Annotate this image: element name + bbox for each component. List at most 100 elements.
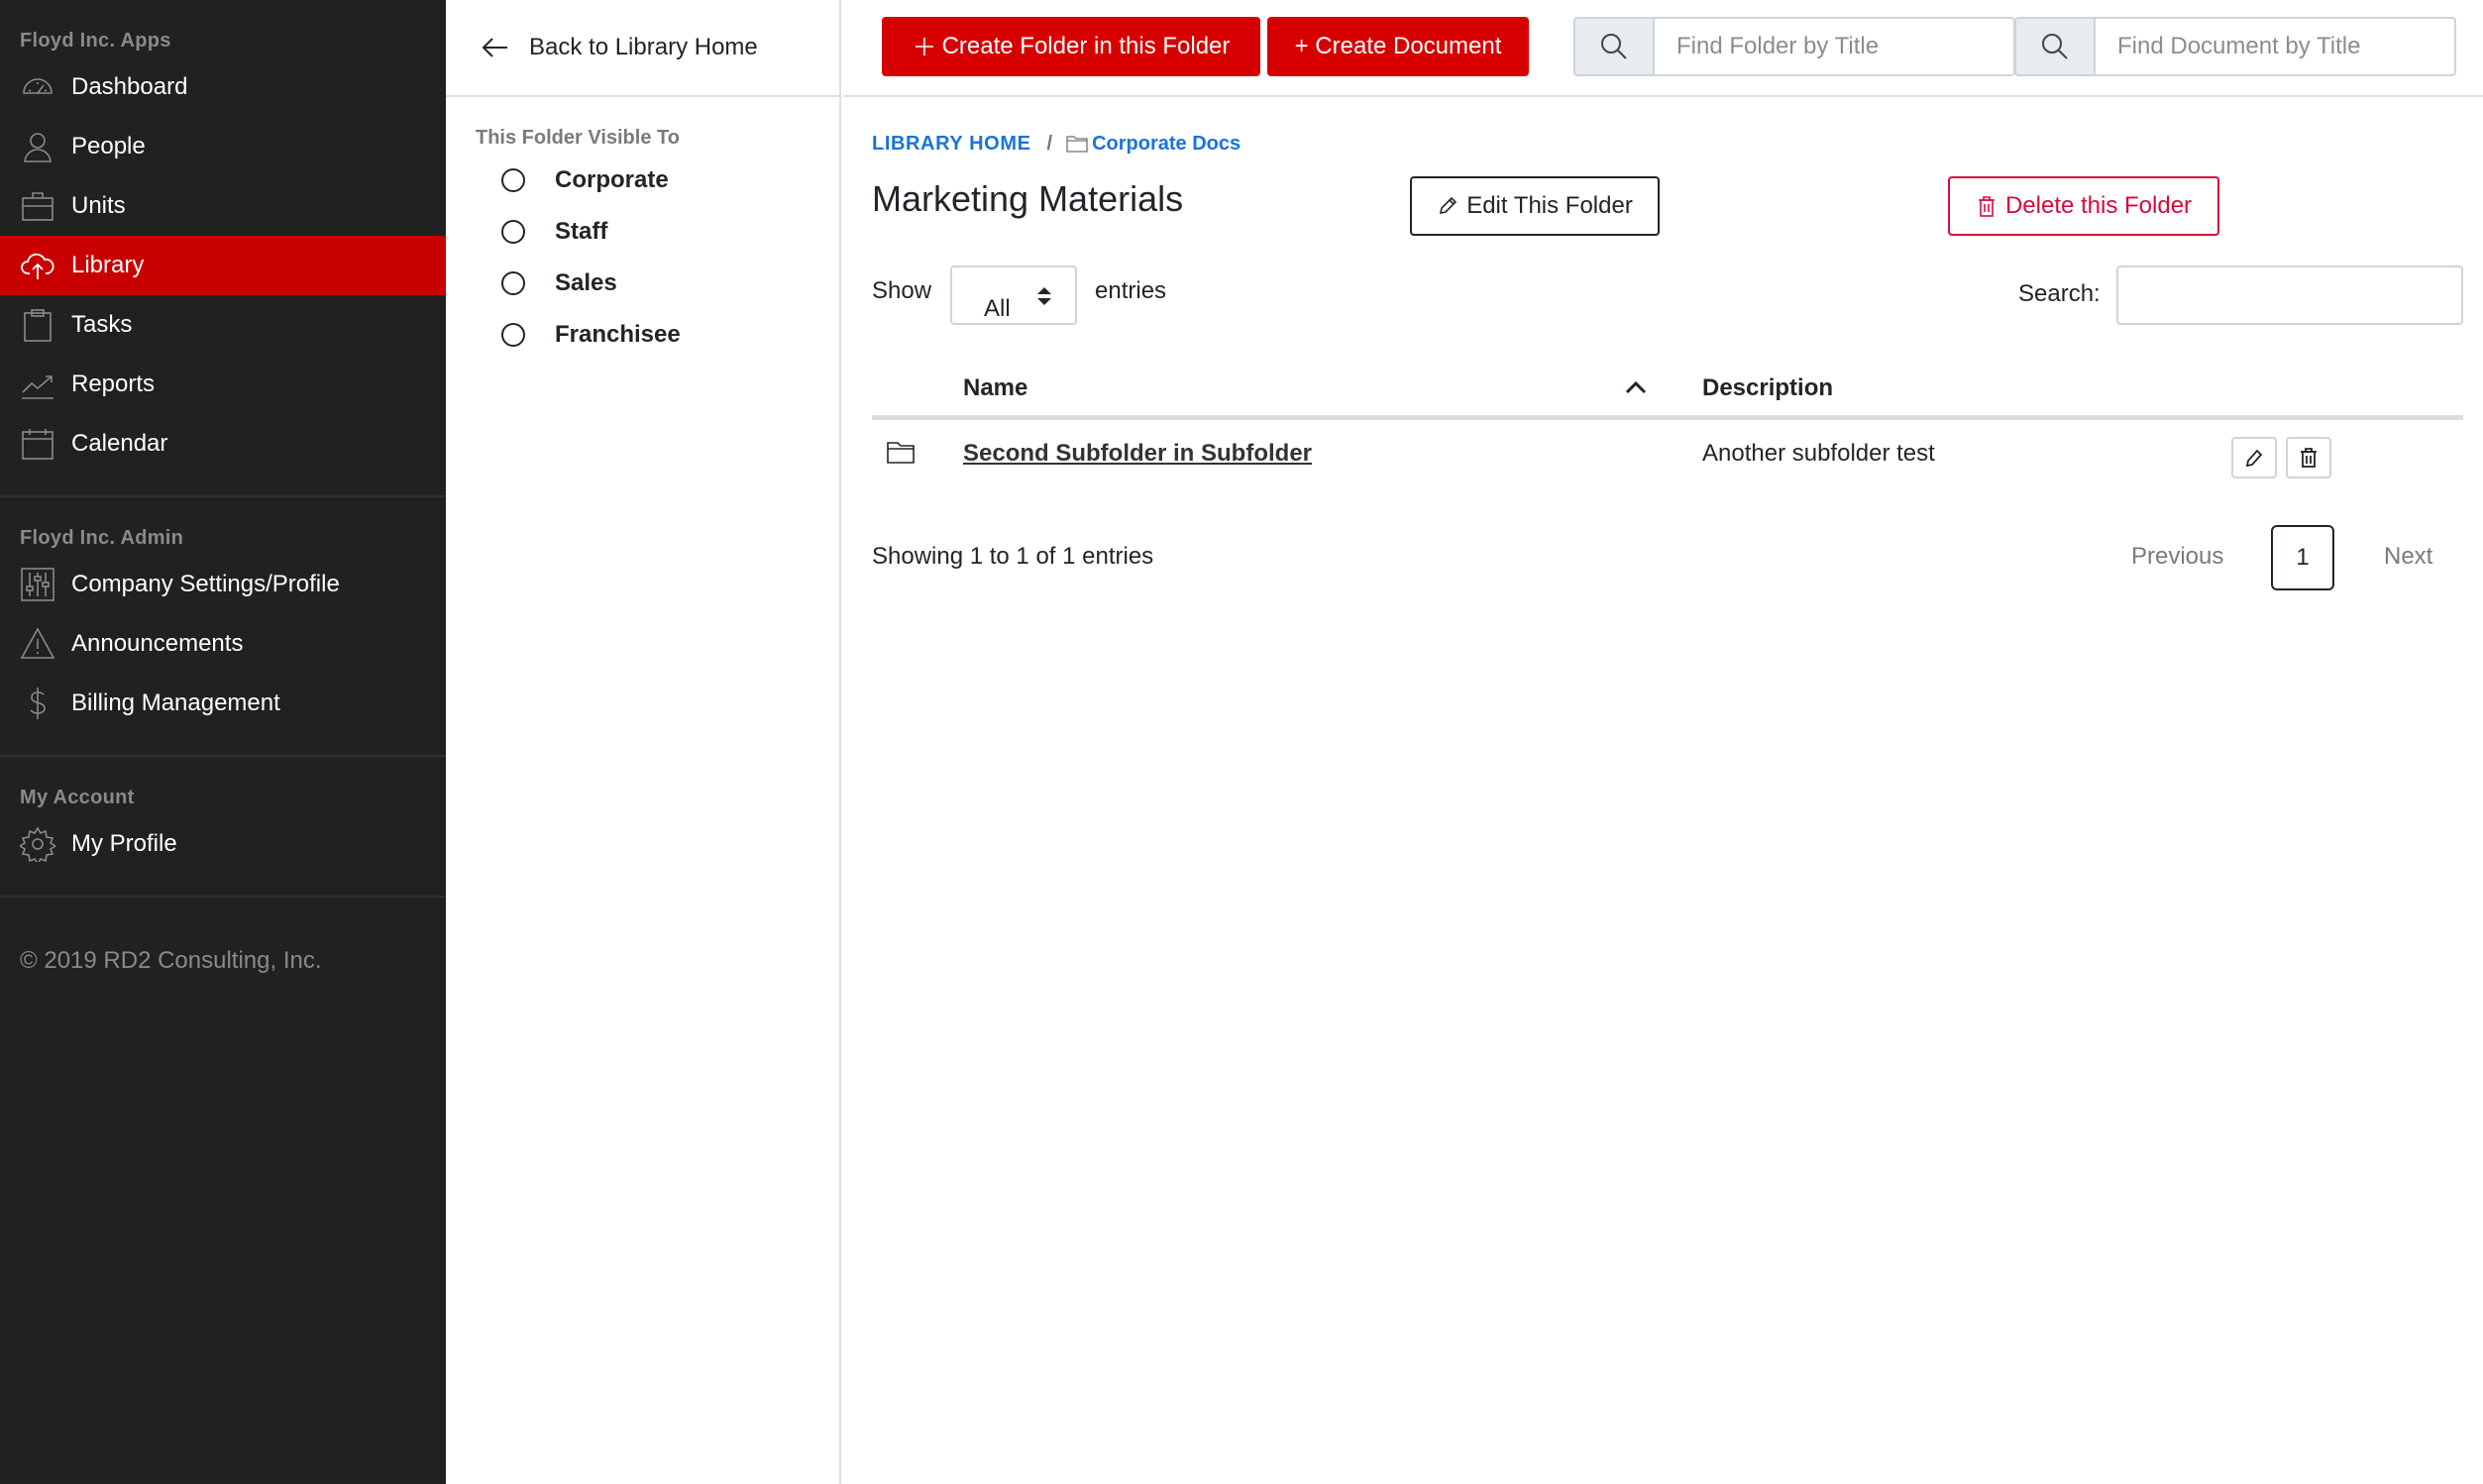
create-folder-label: Create Folder in this Folder [941, 33, 1231, 59]
sidebar-item-label: Tasks [71, 311, 133, 338]
visibility-option-label: Franchisee [555, 321, 681, 348]
breadcrumb-separator: / [1046, 132, 1053, 155]
show-entries-label: Show [872, 277, 932, 304]
table-info-text: Showing 1 to 1 of 1 entries [872, 543, 1154, 570]
folder-icon [887, 442, 915, 464]
page-title: Marketing Materials [872, 178, 1184, 219]
row-folder-link[interactable]: Second Subfolder in Subfolder [963, 440, 1312, 468]
breadcrumb-folder-label: Corporate Docs [1092, 132, 1242, 155]
arrow-left-icon [482, 38, 507, 57]
delete-folder-label: Delete this Folder [2004, 192, 2193, 219]
sidebar-item-dashboard[interactable]: Dashboard [0, 57, 446, 117]
find-folder-input[interactable] [1653, 17, 2015, 76]
trash-icon [2301, 448, 2317, 468]
radio-circle[interactable] [501, 220, 525, 244]
row-delete-button[interactable] [2286, 437, 2331, 478]
create-document-button[interactable]: + Create Document [1267, 17, 1529, 76]
table-search-input[interactable] [2116, 265, 2463, 325]
breadcrumb-corporate-docs[interactable]: Corporate Docs [1066, 133, 1241, 156]
create-folder-button[interactable]: Create Folder in this Folder [882, 17, 1260, 76]
sidebar-item-people[interactable]: People [0, 117, 446, 176]
folder-icon [1066, 136, 1088, 153]
entries-per-page-value: All [984, 295, 1011, 322]
sidebar-heading-admin: Floyd Inc. Admin [20, 527, 184, 549]
sidebar-item-my-profile[interactable]: My Profile [0, 814, 446, 874]
entries-label: entries [1095, 277, 1167, 304]
sidebar-item-announcements[interactable]: Announcements [0, 614, 446, 674]
sidebar-item-label: Units [71, 192, 126, 219]
sort-arrows-icon [1037, 287, 1051, 305]
copyright-text: © 2019 RD2 Consulting, Inc. [20, 947, 322, 974]
find-folder-search-button[interactable] [1573, 17, 1653, 76]
visibility-option-sales[interactable]: Sales [446, 258, 839, 309]
pencil-icon [1440, 196, 1457, 215]
find-document-search [2014, 17, 2456, 76]
visibility-option-franchisee[interactable]: Franchisee [446, 309, 839, 361]
delete-folder-button[interactable]: Delete this Folder [1948, 176, 2219, 236]
edit-folder-button[interactable]: Edit This Folder [1410, 176, 1660, 236]
sidebar-item-label: Dashboard [71, 73, 188, 100]
sidebar-item-company-settings[interactable]: Company Settings/Profile [0, 555, 446, 614]
sidebar-item-label: Library [71, 252, 145, 278]
pencil-icon [2245, 449, 2263, 468]
back-to-library-link[interactable]: Back to Library Home [446, 0, 839, 97]
sidebar-heading-apps: Floyd Inc. Apps [20, 30, 171, 52]
person-icon [20, 129, 55, 164]
gear-icon [20, 826, 55, 862]
radio-circle[interactable] [501, 271, 525, 295]
table-search-label: Search: [2018, 280, 2101, 307]
sort-ascending-icon[interactable] [1623, 374, 1649, 400]
find-document-search-button[interactable] [2014, 17, 2094, 76]
sidebar-item-label: Billing Management [71, 689, 280, 716]
back-to-library-label: Back to Library Home [529, 34, 758, 60]
breadcrumb-library-home[interactable]: LIBRARY HOME [872, 133, 1031, 156]
sidebar-item-billing[interactable]: Billing Management [0, 674, 446, 733]
top-toolbar: Create Folder in this Folder + Create Do… [843, 0, 2483, 97]
search-icon [2042, 34, 2068, 59]
visible-to-heading: This Folder Visible To [476, 127, 680, 149]
pagination-page-1[interactable]: 1 [2271, 525, 2334, 590]
find-folder-search [1573, 17, 2015, 76]
calendar-icon [20, 426, 55, 462]
briefcase-icon [20, 188, 55, 224]
trash-icon [1978, 196, 1995, 217]
sidebar-section-apps: Floyd Inc. Apps Dashboard People Units L… [0, 0, 446, 474]
folder-panel: Back to Library Home This Folder Visible… [446, 0, 841, 1484]
visibility-option-label: Staff [555, 218, 608, 245]
entries-per-page-select[interactable]: All [950, 265, 1077, 325]
warning-icon [20, 626, 55, 662]
pagination-previous[interactable]: Previous [2131, 543, 2223, 571]
visibility-option-label: Sales [555, 269, 617, 296]
sidebar-heading-account: My Account [20, 787, 135, 808]
sidebar-item-label: My Profile [71, 830, 177, 857]
sidebar-section-account: My Account My Profile [0, 757, 446, 874]
radio-circle[interactable] [501, 323, 525, 347]
clipboard-icon [20, 307, 55, 343]
column-header-description[interactable]: Description [1702, 374, 1833, 402]
sidebar-item-label: Announcements [71, 630, 244, 657]
sidebar-item-calendar[interactable]: Calendar [0, 414, 446, 474]
sidebar-item-reports[interactable]: Reports [0, 355, 446, 414]
visibility-option-corporate[interactable]: Corporate [446, 155, 839, 206]
dollar-icon [20, 686, 55, 721]
plus-icon [915, 38, 933, 55]
pagination-next[interactable]: Next [2384, 543, 2432, 571]
sidebar-item-units[interactable]: Units [0, 176, 446, 236]
row-edit-button[interactable] [2231, 437, 2277, 478]
table-row: Second Subfolder in Subfolder Another su… [872, 420, 2463, 489]
sidebar-item-library[interactable]: Library [0, 236, 446, 295]
sidebar-item-label: Reports [71, 371, 156, 397]
pagination: Previous 1 Next [2131, 525, 2463, 590]
sidebar-item-label: Company Settings/Profile [71, 571, 340, 597]
visibility-option-staff[interactable]: Staff [446, 206, 839, 258]
visibility-option-label: Corporate [555, 166, 669, 193]
find-document-input[interactable] [2094, 17, 2456, 76]
trend-icon [20, 367, 55, 402]
column-header-name[interactable]: Name [963, 374, 1027, 402]
edit-folder-label: Edit This Folder [1466, 192, 1633, 219]
main-content: LIBRARY HOME / Corporate Docs Marketing … [843, 99, 2483, 1484]
breadcrumb: LIBRARY HOME / Corporate Docs [872, 129, 1241, 159]
sidebar-item-tasks[interactable]: Tasks [0, 295, 446, 355]
sidebar-item-label: Calendar [71, 430, 168, 457]
radio-circle[interactable] [501, 168, 525, 192]
